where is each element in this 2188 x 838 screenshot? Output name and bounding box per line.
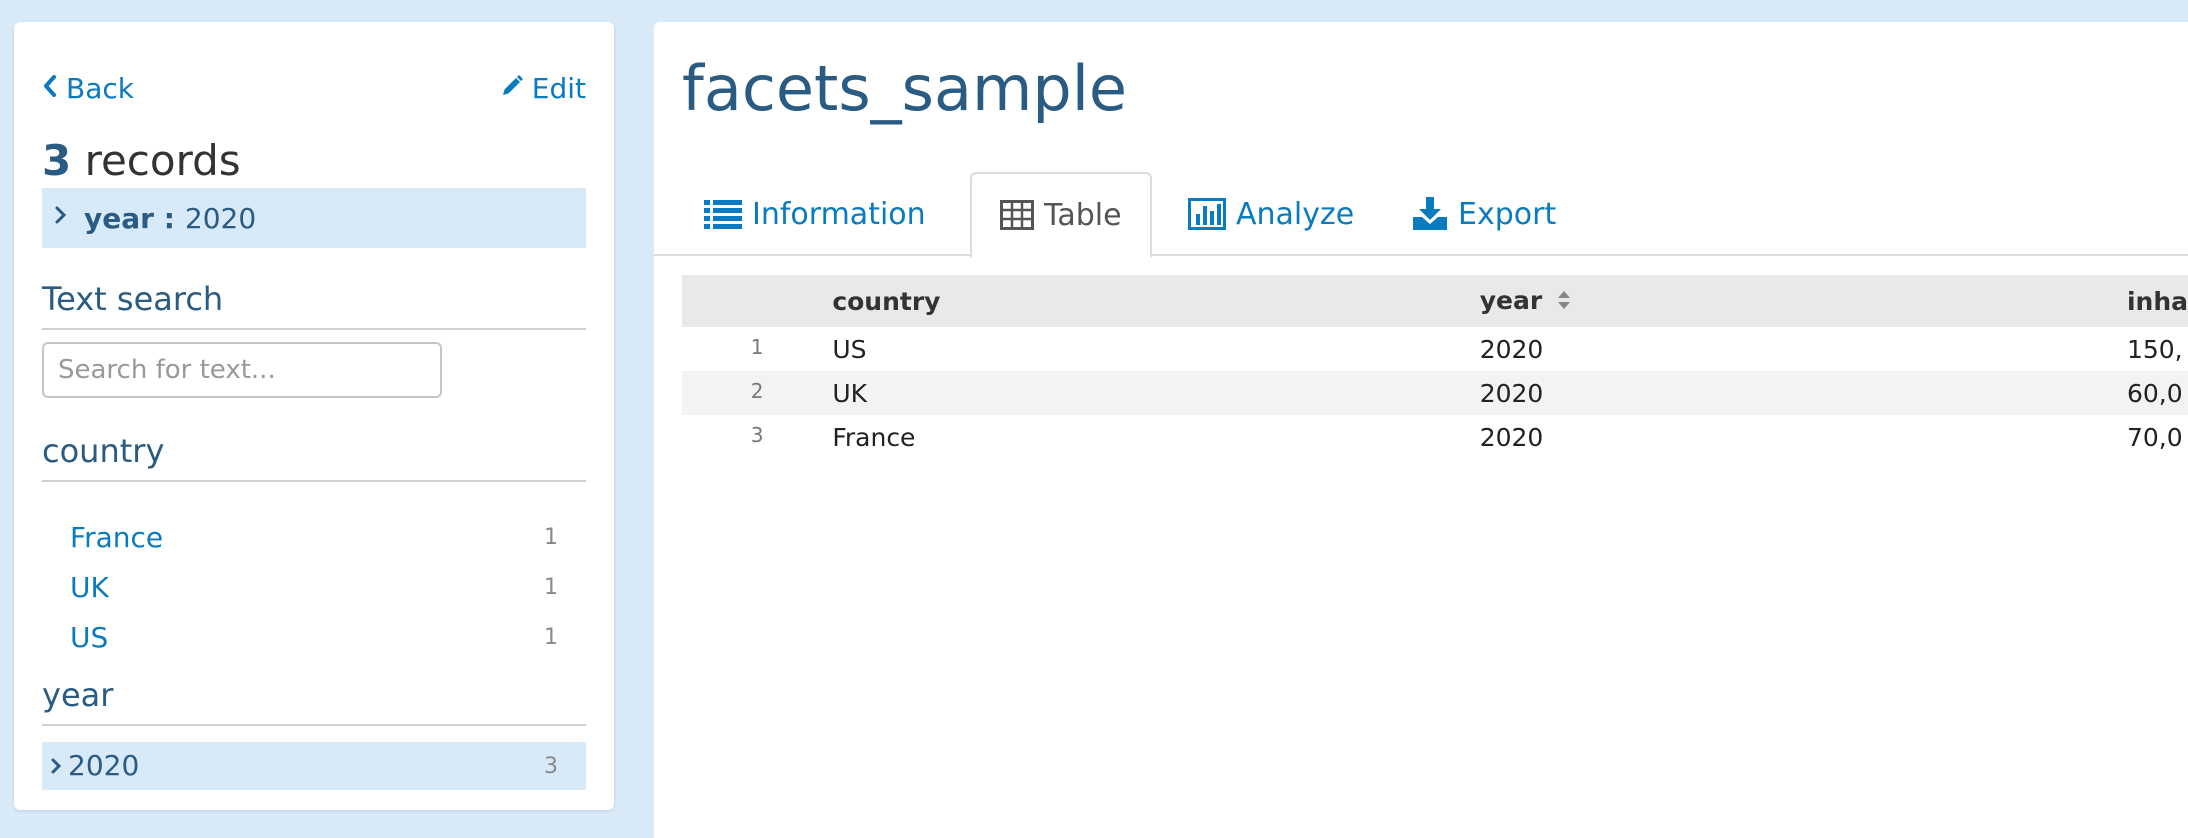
facet-item-uk[interactable]: UK 1 bbox=[42, 562, 586, 612]
facet-item-count: 1 bbox=[544, 524, 558, 550]
index-column-header bbox=[682, 275, 833, 327]
tab-label: Information bbox=[752, 196, 926, 232]
table-icon bbox=[1000, 200, 1034, 230]
cell-year: 2020 bbox=[1479, 371, 2127, 415]
cell-country: France bbox=[832, 422, 916, 452]
column-header-third[interactable]: inha bbox=[2126, 275, 2188, 327]
text-search-title: Text search bbox=[42, 280, 586, 330]
search-input[interactable] bbox=[42, 342, 442, 398]
list-icon bbox=[704, 198, 742, 230]
cell-country: UK bbox=[832, 371, 1480, 415]
country-facet-list: France 1 UK 1 US 1 bbox=[42, 512, 586, 662]
back-link[interactable]: Back bbox=[42, 72, 134, 105]
cell-year: 2020 bbox=[1479, 422, 1544, 452]
facet-item-france[interactable]: France 1 bbox=[42, 512, 586, 562]
chevron-right-icon bbox=[54, 203, 74, 233]
back-label: Back bbox=[66, 72, 134, 105]
column-header-year[interactable]: year bbox=[1479, 275, 2127, 327]
table-row: 1 US 2020 150, bbox=[682, 327, 2188, 371]
bar-chart-icon bbox=[1188, 198, 1226, 230]
cell-country: US bbox=[832, 334, 867, 364]
records-label: records bbox=[84, 136, 241, 185]
sort-icon[interactable] bbox=[1557, 287, 1571, 316]
row-index: 3 bbox=[750, 423, 764, 447]
data-table: country year inha 1 US 2020 150, 2 UK 20… bbox=[682, 275, 2188, 459]
row-index: 1 bbox=[750, 335, 764, 359]
facet-sidebar: Back Edit 3 records year : 2020 Text sea… bbox=[14, 22, 614, 810]
record-count-heading: 3 records bbox=[42, 136, 241, 185]
download-icon bbox=[1412, 197, 1448, 231]
column-header-label: inha bbox=[2126, 286, 2188, 316]
chevron-right-icon bbox=[50, 750, 62, 783]
table-row: 3 France 2020 70,0 bbox=[682, 415, 2188, 459]
tab-bar: Information Table Analyze Export bbox=[654, 148, 2188, 258]
active-filter-value: 2020 bbox=[184, 201, 257, 235]
facet-item-2020-wrap: 2020 bbox=[50, 749, 139, 784]
facet-item-us[interactable]: US 1 bbox=[42, 612, 586, 662]
facet-item-label: 2020 bbox=[68, 748, 140, 782]
record-count: 3 bbox=[42, 136, 72, 185]
cell-third: 70,0 bbox=[2126, 422, 2183, 452]
tab-label: Table bbox=[1044, 197, 1122, 233]
active-filter-key: year : bbox=[84, 201, 175, 235]
tab-export[interactable]: Export bbox=[1384, 172, 1584, 256]
country-facet-title: country bbox=[42, 432, 586, 482]
tab-table[interactable]: Table bbox=[970, 172, 1152, 258]
tab-label: Export bbox=[1458, 196, 1557, 232]
tab-analyze[interactable]: Analyze bbox=[1160, 172, 1382, 256]
main-panel: facets_sample Information Table Analyze … bbox=[654, 22, 2188, 838]
cell-third: 150, bbox=[2126, 334, 2183, 364]
tab-information[interactable]: Information bbox=[676, 172, 954, 256]
row-index: 2 bbox=[682, 371, 833, 415]
facet-item-label: US bbox=[70, 620, 109, 654]
pencil-icon bbox=[500, 72, 524, 105]
tab-label: Analyze bbox=[1236, 196, 1355, 232]
column-header-country[interactable]: country bbox=[832, 275, 1480, 327]
table-row: 2 UK 2020 60,0 bbox=[682, 371, 2188, 415]
year-facet-title: year bbox=[42, 676, 586, 726]
column-header-label: year bbox=[1479, 285, 1543, 315]
edit-label: Edit bbox=[531, 72, 586, 105]
facet-item-2020[interactable]: 2020 3 bbox=[42, 742, 586, 790]
cell-year: 2020 bbox=[1479, 334, 1544, 364]
facet-item-count: 1 bbox=[544, 574, 558, 600]
active-filter-year[interactable]: year : 2020 bbox=[42, 188, 586, 248]
cell-third: 60,0 bbox=[2126, 371, 2188, 415]
page-title: facets_sample bbox=[682, 52, 1128, 125]
facet-item-label: UK bbox=[70, 570, 109, 604]
chevron-left-icon bbox=[42, 72, 58, 105]
facet-item-count: 3 bbox=[544, 753, 558, 779]
facet-item-label: France bbox=[70, 520, 164, 554]
facet-item-count: 1 bbox=[544, 624, 558, 650]
table-header-row: country year inha bbox=[682, 275, 2188, 327]
column-header-label: country bbox=[832, 286, 941, 316]
edit-link[interactable]: Edit bbox=[500, 72, 586, 105]
